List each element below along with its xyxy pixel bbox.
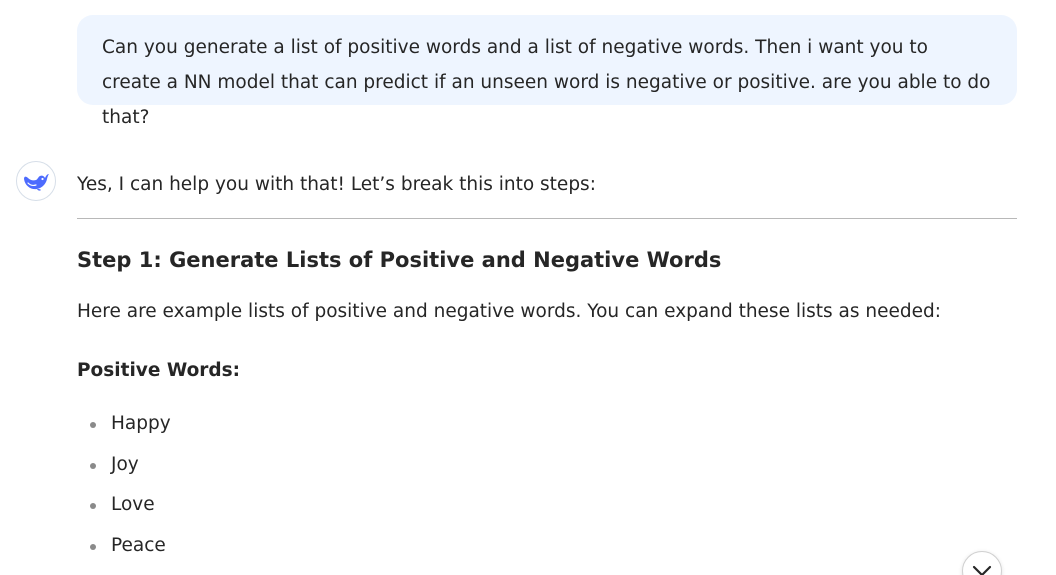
user-message-text: Can you generate a list of positive word… (102, 37, 991, 128)
list-item: Love (77, 490, 171, 531)
list-item: Happy (77, 409, 171, 450)
positive-words-title: Positive Words: (77, 360, 241, 381)
divider (77, 218, 1017, 219)
deepseek-whale-icon (24, 174, 49, 191)
chevron-down-icon (972, 565, 992, 575)
user-message-bubble: Can you generate a list of positive word… (77, 15, 1017, 128)
chat-page: Can you generate a list of positive word… (0, 0, 1056, 575)
step1-text: Here are example lists of positive and n… (77, 301, 941, 322)
scroll-down-button[interactable] (962, 551, 1002, 575)
step1-heading: Step 1: Generate Lists of Positive and N… (77, 248, 722, 272)
assistant-avatar (16, 161, 56, 201)
list-item: Peace (77, 531, 171, 572)
list-item: Joy (77, 450, 171, 491)
positive-words-list: Happy Joy Love Peace (77, 409, 171, 572)
assistant-intro: Yes, I can help you with that! Let’s bre… (77, 174, 596, 195)
